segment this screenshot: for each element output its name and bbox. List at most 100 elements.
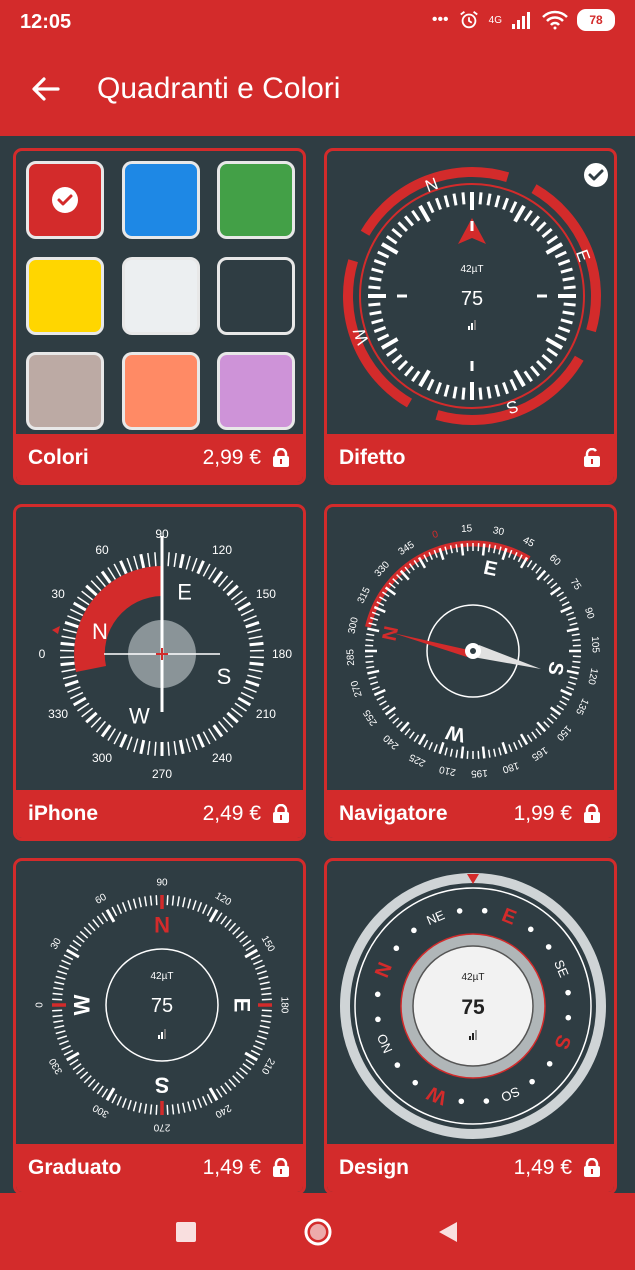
card-graduato[interactable]: 42µT 75 0 30 60 90 120 150 180 210 240 270 300 330 N… <box>13 858 306 1195</box>
tick-mark <box>562 276 575 282</box>
home-icon[interactable] <box>303 1217 333 1247</box>
tick-mark <box>554 250 567 259</box>
tick-mark <box>72 1063 82 1071</box>
tick-mark <box>95 575 107 588</box>
swatch-dark[interactable] <box>217 257 295 335</box>
tick-mark <box>113 731 122 745</box>
degree-label: 315 <box>356 585 374 605</box>
tick-mark <box>176 896 180 907</box>
tick-mark <box>536 721 547 733</box>
tick-mark <box>560 688 573 697</box>
tick-mark <box>426 378 435 391</box>
tick-mark <box>81 707 94 718</box>
recent-apps-icon[interactable] <box>175 1221 197 1243</box>
tick-mark <box>72 601 87 612</box>
tick-mark <box>258 1030 269 1035</box>
tick-mark <box>222 580 234 592</box>
tick-mark <box>154 741 157 756</box>
tick-mark <box>59 964 69 970</box>
degree-label: 255 <box>361 707 380 727</box>
dot-marker <box>546 1060 553 1067</box>
tick-mark <box>396 721 403 728</box>
tick-mark <box>226 711 239 724</box>
tick-mark <box>546 235 559 245</box>
tick-mark <box>64 621 79 629</box>
network-type: 4G <box>488 14 502 26</box>
tick-mark <box>92 919 100 928</box>
tick-mark <box>509 378 518 391</box>
tick-mark <box>397 359 409 371</box>
status-icons: ••• 4G 78 <box>432 9 615 31</box>
tick-mark <box>567 681 576 686</box>
tick-mark <box>404 728 411 736</box>
degree-label: 330 <box>47 1056 65 1076</box>
tick-mark <box>411 370 421 383</box>
swatch-blue[interactable] <box>122 161 200 239</box>
tick-mark <box>248 635 263 640</box>
tick-mark <box>502 381 509 395</box>
tick-mark <box>245 621 260 629</box>
tick-mark <box>569 676 578 680</box>
tick-mark <box>546 347 559 357</box>
tick-mark <box>370 681 379 686</box>
card-colori[interactable]: Colori 2,99 € <box>13 148 306 485</box>
cardinal-label: S <box>217 664 232 689</box>
tick-mark <box>560 318 573 325</box>
tick-mark <box>185 738 191 753</box>
dot-marker <box>375 1016 381 1023</box>
tick-mark <box>438 741 445 755</box>
swatch-green[interactable] <box>217 161 295 239</box>
tick-mark <box>55 975 66 980</box>
card-iphone[interactable]: 0 30 60 90 120 150 180 210 240 270 300 330 N E S W iPho… <box>13 504 306 841</box>
tick-mark <box>182 897 186 908</box>
tick-mark <box>126 557 133 572</box>
tick-mark <box>201 1096 208 1106</box>
tick-mark <box>239 1067 248 1075</box>
card-navigatore[interactable]: 0 15 30 45 60 75 90 105 120 135 150 165 180 195 210 225… <box>324 504 617 841</box>
tick-mark <box>144 1103 148 1114</box>
tick-mark <box>197 1098 203 1108</box>
tick-mark <box>242 1063 252 1071</box>
field-strength: 42µT <box>462 972 485 983</box>
tick-mark <box>259 1025 270 1029</box>
swatch-red[interactable] <box>26 161 104 239</box>
tick-mark <box>197 902 203 912</box>
swatch-white[interactable] <box>122 257 200 335</box>
tick-mark <box>67 615 81 622</box>
tick-mark <box>232 1075 241 1084</box>
tick-mark <box>249 641 264 647</box>
swatch-purple[interactable] <box>217 352 295 430</box>
card-difetto[interactable]: 42µT 75 NESW Difetto <box>324 148 617 485</box>
card-design[interactable]: 42µT 75 N NE E SE S SO W NO Design 1,49 € <box>324 858 617 1195</box>
alarm-icon <box>459 11 478 29</box>
tick-mark <box>206 906 213 917</box>
back-icon[interactable] <box>437 1220 459 1244</box>
tick-mark <box>247 628 262 634</box>
page-title: Quadranti e Colori <box>97 72 341 105</box>
tick-mark <box>501 741 508 755</box>
degree-label: 180 <box>279 997 290 1014</box>
tick-mark <box>559 596 567 602</box>
card-price: 2,49 € <box>202 802 261 825</box>
tick-mark <box>493 748 497 757</box>
degree-label: 45 <box>521 535 536 550</box>
swatch-taupe[interactable] <box>26 352 104 430</box>
design-dial: 42µT 75 N NE E SE S SO W NO <box>340 873 606 1139</box>
direction-label: NE <box>424 907 447 928</box>
degree-label: 210 <box>259 1056 277 1076</box>
tick-mark <box>550 713 558 720</box>
card-footer: Graduato 1,49 € <box>16 1144 303 1192</box>
tick-mark <box>113 563 122 577</box>
tick-mark <box>566 669 579 675</box>
tick-mark <box>191 736 198 751</box>
tick-mark <box>566 611 575 616</box>
tick-mark <box>487 749 491 758</box>
tick-mark <box>244 1051 259 1062</box>
notification-dots: ••• <box>431 11 449 28</box>
back-arrow-icon[interactable] <box>28 71 64 107</box>
tick-mark <box>373 326 387 333</box>
swatch-orange[interactable] <box>122 352 200 430</box>
tick-mark <box>52 1014 63 1018</box>
swatch-yellow[interactable] <box>26 257 104 335</box>
tick-mark <box>368 285 381 290</box>
